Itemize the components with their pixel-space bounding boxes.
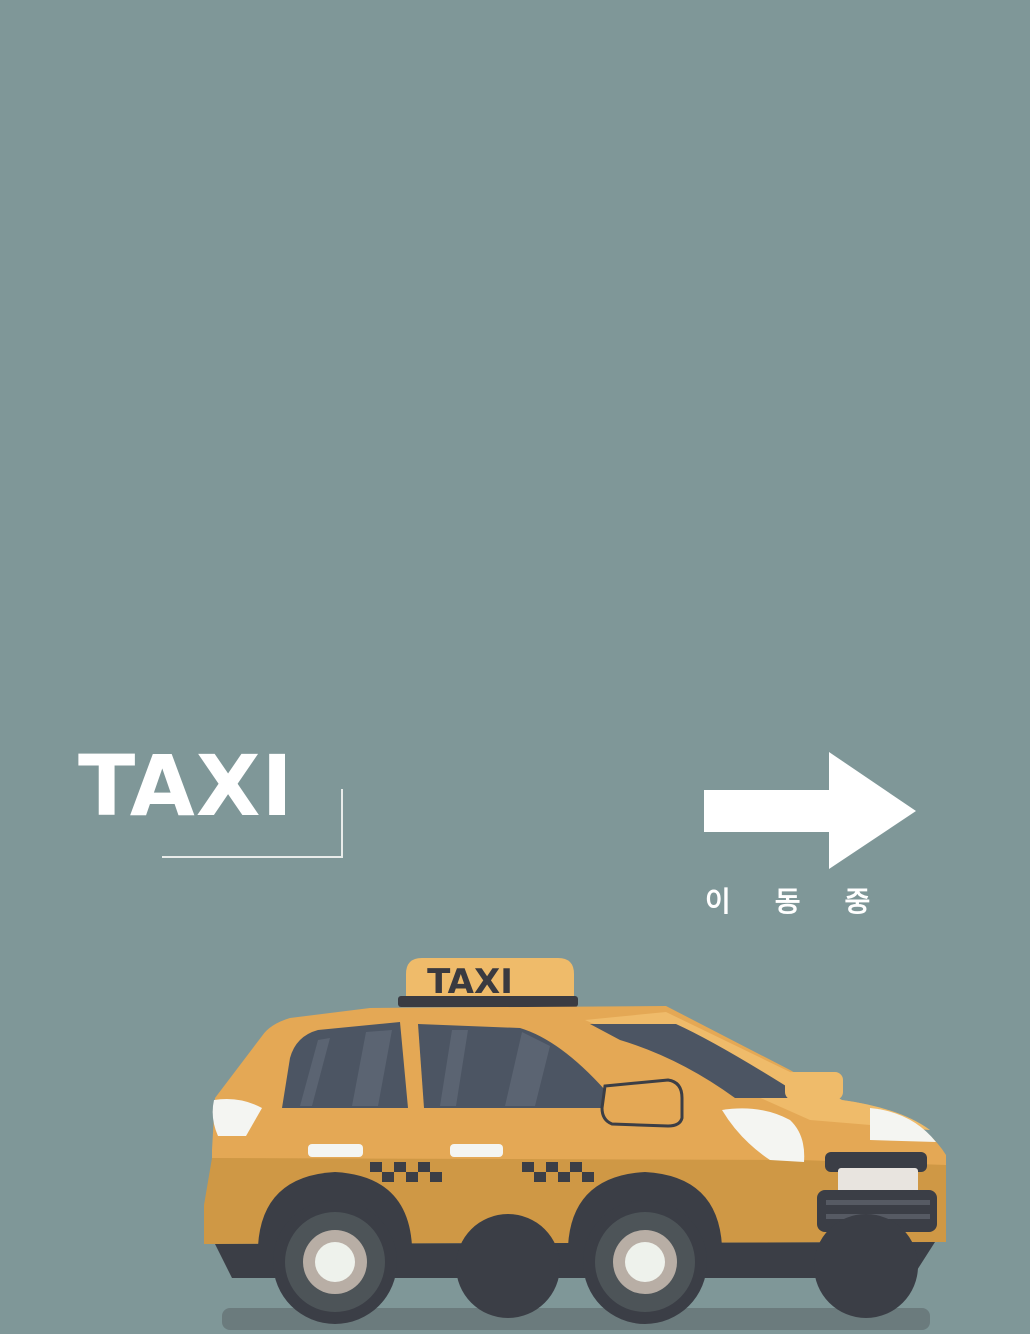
title-bracket-vertical — [341, 789, 343, 857]
title-bracket-horizontal — [162, 856, 343, 858]
right-arrow-icon — [704, 752, 916, 869]
status-label: 이동중 — [705, 885, 915, 918]
taxi-illustration: TAXI — [204, 958, 946, 1330]
page-title: TAXI — [78, 737, 294, 835]
